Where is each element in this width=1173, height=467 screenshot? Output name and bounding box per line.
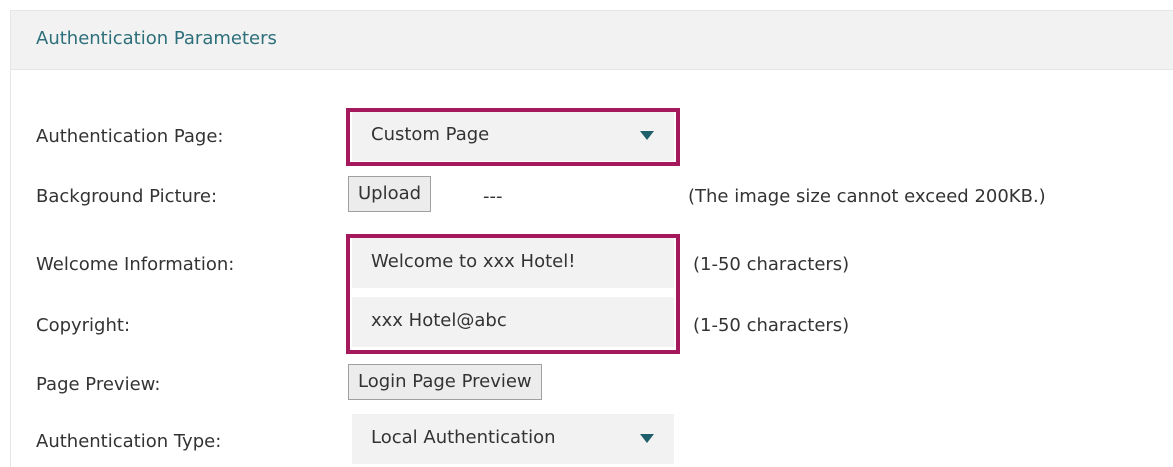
copyright-hint: (1-50 characters) (693, 315, 850, 336)
chevron-down-icon (640, 434, 654, 443)
copyright-label: Copyright: (36, 315, 131, 336)
welcome-info-input[interactable]: Welcome to xxx Hotel! (352, 238, 674, 288)
upload-button[interactable]: Upload (348, 176, 432, 212)
welcome-info-hint: (1-50 characters) (693, 254, 850, 275)
welcome-info-label: Welcome Information: (36, 254, 235, 275)
panel-title: Authentication Parameters (36, 28, 277, 49)
auth-page-select[interactable]: Custom Page (352, 111, 674, 161)
copyright-value: xxx Hotel@abc (371, 310, 507, 331)
page-preview-label: Page Preview: (36, 374, 161, 395)
auth-page-value: Custom Page (371, 124, 490, 145)
auth-page-label: Authentication Page: (36, 126, 224, 147)
background-picture-label: Background Picture: (36, 186, 218, 207)
auth-type-label: Authentication Type: (36, 431, 222, 452)
auth-type-select[interactable]: Local Authentication (352, 414, 674, 464)
auth-type-value: Local Authentication (371, 427, 556, 448)
background-picture-hint: (The image size cannot exceed 200KB.) (688, 186, 1046, 207)
copyright-input[interactable]: xxx Hotel@abc (352, 297, 674, 347)
chevron-down-icon (640, 131, 654, 140)
background-picture-value: --- (483, 186, 503, 207)
welcome-info-value: Welcome to xxx Hotel! (371, 251, 576, 272)
panel-header: Authentication Parameters (11, 11, 1173, 70)
login-page-preview-button[interactable]: Login Page Preview (348, 364, 542, 400)
